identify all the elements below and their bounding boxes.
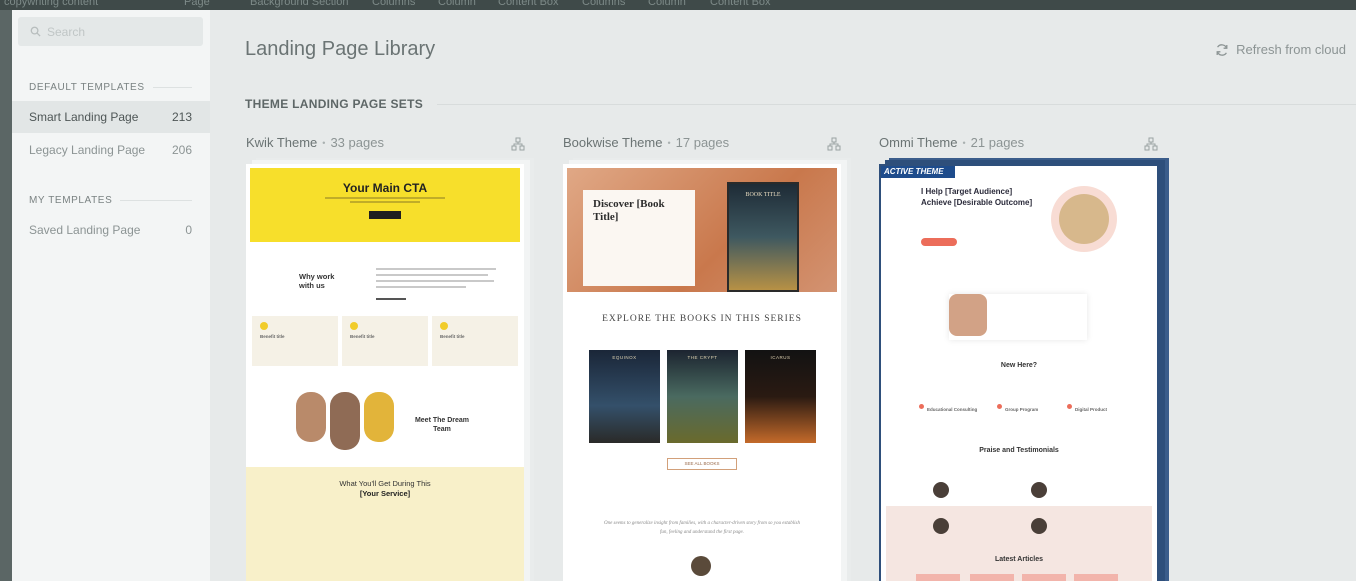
ommi-service-column: Educational Consulting: [919, 398, 989, 416]
article-thumbnail: [916, 574, 960, 581]
theme-page-count: 21 pages: [970, 135, 1025, 150]
theme-page-count: 33 pages: [330, 135, 384, 150]
book-cover: THE CRYPT: [667, 350, 738, 443]
bookwise-hero: Discover [Book Title] BOOK TITLE: [567, 168, 837, 292]
article-thumbnail: [970, 574, 1014, 581]
bookwise-quote: One seems to generalize insight from fam…: [603, 521, 801, 535]
sidebar-item-smart-landing-page[interactable]: Smart Landing Page 213: [12, 101, 210, 133]
ommi-articles-section: [886, 506, 1152, 581]
team-photo: [296, 392, 326, 442]
sitemap-icon[interactable]: [511, 137, 525, 151]
avatar: [691, 556, 711, 576]
avatar: [933, 518, 949, 534]
library-main: Landing Page Library Refresh from cloud …: [210, 10, 1356, 581]
bookwise-books: EQUINOX THE CRYPT ICARUS: [589, 350, 816, 443]
sidebar-item-legacy-landing-page[interactable]: Legacy Landing Page 206: [12, 134, 210, 166]
avatar: [1031, 482, 1047, 498]
book-cover: ICARUS: [745, 350, 816, 443]
theme-sets-heading: THEME LANDING PAGE SETS: [245, 97, 1356, 111]
star-icon: [350, 322, 358, 330]
star-icon: [260, 322, 268, 330]
avatar: [933, 482, 949, 498]
theme-name: Kwik Theme: [246, 135, 318, 150]
editor-left-panel: [0, 10, 12, 581]
ommi-headline: I Help [Target Audience] Achieve [Desira…: [921, 187, 1033, 207]
star-icon: [440, 322, 448, 330]
kwik-benefits: Benefit title Benefit title Benefit titl…: [252, 316, 518, 366]
sidebar-item-label: Legacy Landing Page: [29, 143, 146, 157]
kwik-why-title: Why work with us: [299, 272, 335, 290]
active-theme-badge: ACTIVE THEME: [881, 166, 955, 178]
benefit-card: Benefit title: [252, 316, 338, 366]
page-title: Landing Page Library: [245, 38, 436, 60]
ommi-praise-title: Praise and Testimonials: [979, 447, 1059, 454]
ommi-hero-photo: [1051, 186, 1117, 252]
refresh-icon: [1216, 43, 1228, 56]
theme-card-bookwise[interactable]: Discover [Book Title] BOOK TITLE EXPLORE…: [563, 164, 841, 581]
theme-label-bookwise: Bookwise Theme • 17 pages: [563, 135, 730, 150]
search-icon: [30, 26, 41, 37]
sidebar-item-count: 0: [185, 223, 192, 237]
avatar: [1031, 518, 1047, 534]
benefit-card: Benefit title: [342, 316, 428, 366]
editor-breadcrumb-strip: copywriting content Page Background Sect…: [0, 0, 1356, 10]
kwik-team-photos: [296, 392, 394, 450]
kwik-hero-title: Your Main CTA: [342, 181, 428, 195]
kwik-get-section: What You'll Get During This [Your Servic…: [246, 467, 524, 581]
kwik-cta-button: [369, 211, 401, 219]
library-sidebar: DEFAULT TEMPLATES Smart Landing Page 213…: [12, 10, 210, 581]
sidebar-item-count: 206: [171, 143, 192, 157]
ommi-cta-button: [921, 238, 957, 246]
ommi-service-column: Group Program: [997, 398, 1067, 416]
search-box[interactable]: [18, 17, 203, 46]
ommi-articles-title: Latest Articles: [995, 556, 1043, 563]
sidebar-item-label: Smart Landing Page: [29, 110, 139, 124]
search-input[interactable]: [47, 24, 187, 39]
theme-page-count: 17 pages: [675, 135, 730, 150]
theme-label-kwik: Kwik Theme • 33 pages: [246, 135, 384, 150]
sidebar-item-count: 213: [171, 110, 192, 124]
theme-label-ommi: Ommi Theme • 21 pages: [879, 135, 1025, 150]
theme-name: Bookwise Theme: [563, 135, 663, 150]
article-thumbnail: [1022, 574, 1066, 581]
kwik-get-title: What You'll Get During This [Your Servic…: [339, 479, 431, 498]
kwik-meet-title: Meet The Dream Team: [414, 417, 470, 433]
ommi-new-here: New Here?: [1000, 362, 1038, 369]
refresh-from-cloud-button[interactable]: Refresh from cloud: [1215, 42, 1346, 57]
theme-card-kwik[interactable]: Your Main CTA Why work with us Benefit t…: [246, 164, 524, 581]
sidebar-item-label: Saved Landing Page: [29, 223, 141, 237]
ommi-service-column: Digital Product: [1067, 398, 1137, 416]
refresh-label: Refresh from cloud: [1236, 42, 1346, 57]
team-photo: [364, 392, 394, 442]
kwik-hero: Your Main CTA: [250, 168, 520, 242]
article-thumbnail: [1074, 574, 1118, 581]
bookwise-explore-title: EXPLORE THE BOOKS IN THIS SERIES: [602, 314, 802, 324]
theme-card-ommi[interactable]: ACTIVE THEME I Help [Target Audience] Ac…: [879, 164, 1159, 581]
book-cover: BOOK TITLE: [727, 182, 799, 292]
sidebar-item-saved-landing-page[interactable]: Saved Landing Page 0: [12, 214, 210, 246]
book-cover: EQUINOX: [589, 350, 660, 443]
sitemap-icon[interactable]: [827, 137, 841, 151]
default-templates-heading: DEFAULT TEMPLATES: [29, 82, 192, 93]
team-photo: [330, 392, 360, 450]
my-templates-heading: MY TEMPLATES: [29, 195, 192, 206]
benefit-card: Benefit title: [432, 316, 518, 366]
see-all-books-button: SEE ALL BOOKS: [667, 458, 737, 470]
sitemap-icon[interactable]: [1144, 137, 1158, 151]
landing-page-library-modal: DEFAULT TEMPLATES Smart Landing Page 213…: [12, 10, 1356, 581]
bookwise-hero-title: Discover [Book Title]: [593, 198, 665, 223]
theme-name: Ommi Theme: [879, 135, 958, 150]
ommi-intro-photo: [949, 294, 987, 336]
